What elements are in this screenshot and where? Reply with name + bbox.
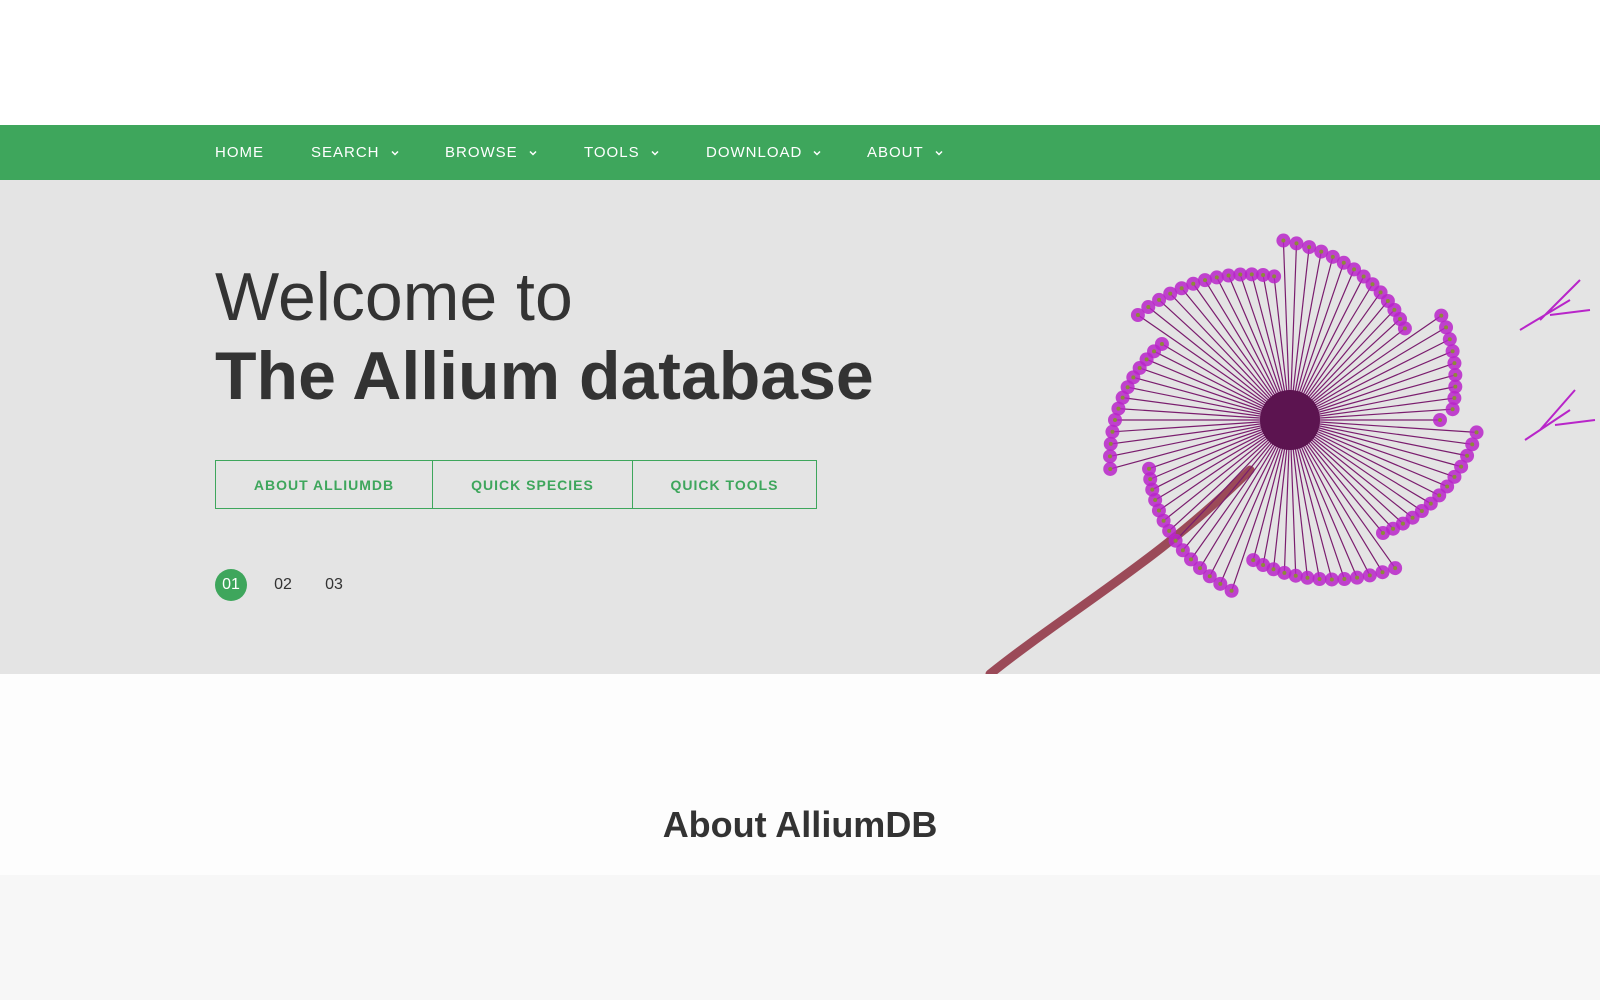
slide-pager-03[interactable]: 03 xyxy=(323,569,345,601)
quick-species-button[interactable]: QUICK SPECIES xyxy=(432,460,633,509)
about-section: About AlliumDB xyxy=(0,674,1600,875)
nav-item-tools[interactable]: TOOLS xyxy=(584,125,661,180)
nav-item-home[interactable]: HOME xyxy=(215,125,264,180)
nav-item-download[interactable]: DOWNLOAD xyxy=(706,125,823,180)
nav-item-browse[interactable]: BROWSE xyxy=(445,125,539,180)
about-title: About AlliumDB xyxy=(662,804,938,845)
about-alliumdb-button[interactable]: ABOUT ALLIUMDB xyxy=(215,460,433,509)
nav-item-label: SEARCH xyxy=(311,144,380,161)
chevron-down-icon xyxy=(390,150,399,156)
top-header-blank xyxy=(0,0,1600,125)
hero-title: The Allium database xyxy=(215,338,874,414)
nav-item-label: TOOLS xyxy=(584,144,640,161)
chevron-down-icon xyxy=(935,150,943,156)
nav-item-label: BROWSE xyxy=(445,144,518,161)
hero-banner: Welcome to The Allium database ABOUT ALL… xyxy=(0,180,1600,674)
quick-tools-button[interactable]: QUICK TOOLS xyxy=(632,460,817,509)
chevron-down-icon xyxy=(813,150,821,156)
nav-item-about[interactable]: ABOUT xyxy=(867,125,945,180)
hero-welcome-text: Welcome to xyxy=(215,259,573,335)
slide-pager-01[interactable]: 01 xyxy=(215,569,247,601)
main-nav: HOME SEARCH BROWSE TOOLS DOWNLOAD ABOUT xyxy=(0,125,1600,180)
chevron-down-icon xyxy=(529,150,537,156)
nav-item-label: HOME xyxy=(215,144,264,161)
content-band xyxy=(0,875,1600,1000)
allium-flower-icon xyxy=(985,233,1596,674)
nav-item-label: DOWNLOAD xyxy=(706,144,803,161)
nav-item-search[interactable]: SEARCH xyxy=(311,125,401,180)
chevron-down-icon xyxy=(651,150,659,156)
nav-item-label: ABOUT xyxy=(867,144,924,161)
slide-pager-02[interactable]: 02 xyxy=(272,569,294,601)
